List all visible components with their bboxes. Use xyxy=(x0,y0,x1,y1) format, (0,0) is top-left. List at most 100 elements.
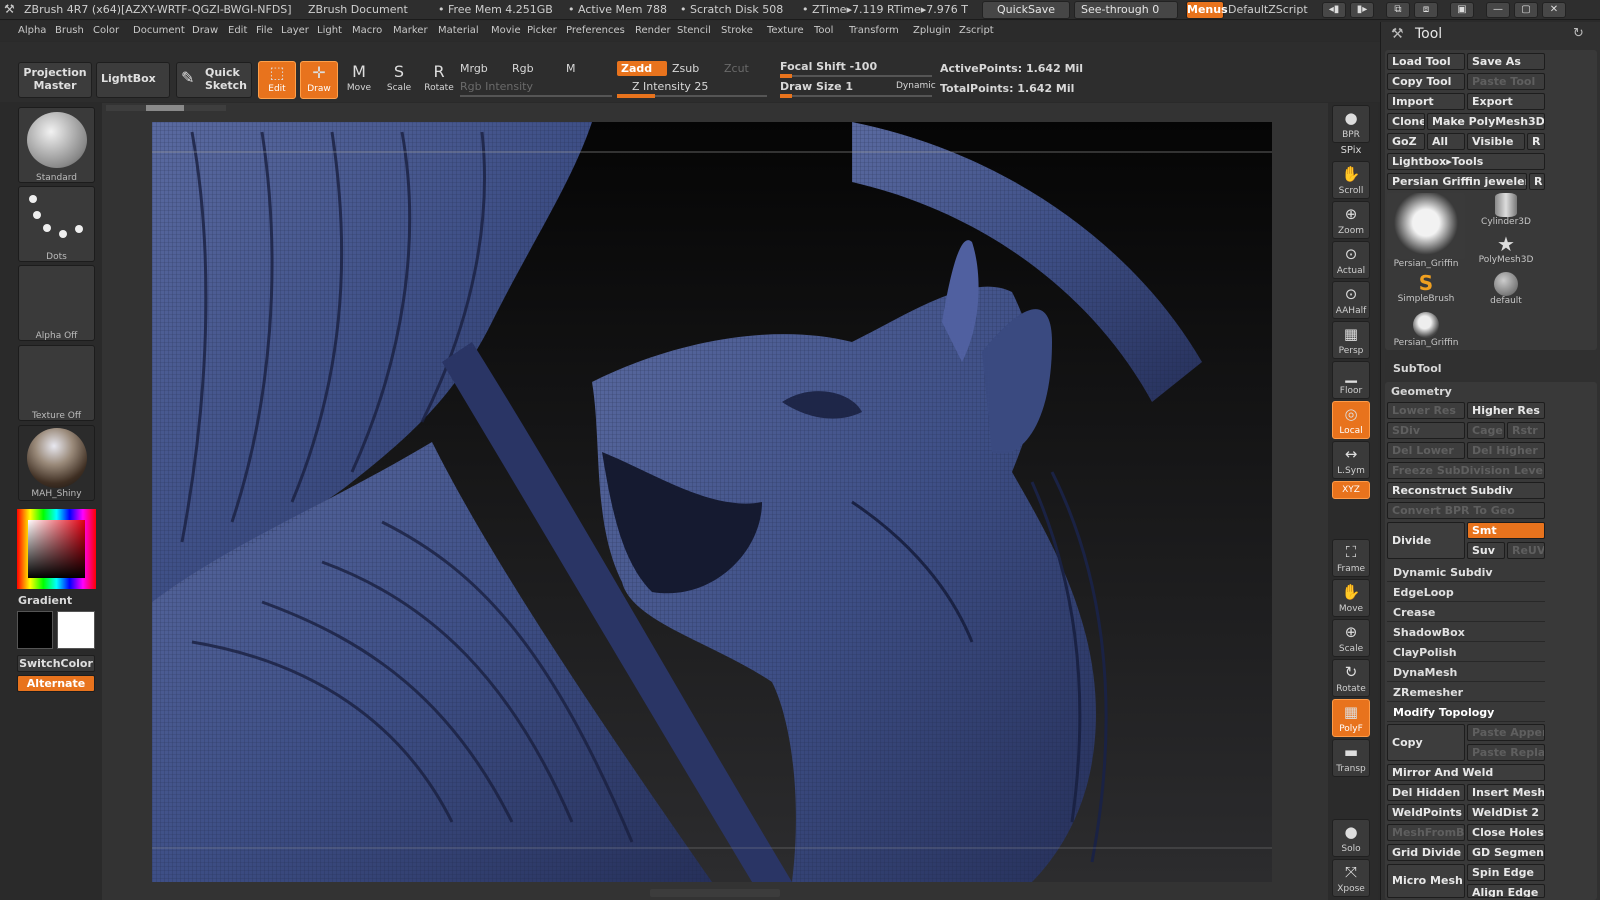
m-button[interactable]: M xyxy=(566,62,576,75)
menu-item-file[interactable]: File xyxy=(256,25,273,36)
zsub-button[interactable]: Zsub xyxy=(672,62,699,75)
load-tool-button[interactable]: Load Tool xyxy=(1387,53,1465,70)
lightbox-tools-button[interactable]: Lightbox▸Tools xyxy=(1387,153,1545,170)
align-edge-button[interactable]: Align Edge xyxy=(1467,884,1545,898)
switchcolor-button[interactable]: SwitchColor xyxy=(17,655,95,672)
zoom-button[interactable]: ⊕ Zoom xyxy=(1332,201,1370,239)
goz-r-button[interactable]: R xyxy=(1527,133,1545,150)
divide-button[interactable]: Divide xyxy=(1387,522,1465,559)
secondary-color-swatch[interactable] xyxy=(57,611,95,649)
stroke-selector[interactable] xyxy=(18,186,95,262)
color-picker[interactable] xyxy=(17,509,96,589)
scale-view-button[interactable]: ⊕ Scale xyxy=(1332,619,1370,657)
draw-size-slider[interactable]: Draw Size 1 xyxy=(780,80,853,93)
move-view-button[interactable]: ✋ Move xyxy=(1332,579,1370,617)
scale-button[interactable]: S Scale xyxy=(380,61,418,99)
export-button[interactable]: Export xyxy=(1467,93,1545,110)
menu-item-movie[interactable]: Movie xyxy=(491,25,521,36)
shadowbox-header[interactable]: ShadowBox xyxy=(1387,623,1545,642)
palette-reset-icon[interactable]: ↻ xyxy=(1573,26,1584,41)
menu-item-stencil[interactable]: Stencil xyxy=(677,25,711,36)
menu-item-transform[interactable]: Transform xyxy=(849,25,899,36)
texture-selector[interactable] xyxy=(18,345,95,421)
higher-res-button[interactable]: Higher Res xyxy=(1467,402,1545,419)
polyf-button[interactable]: ▦ PolyF xyxy=(1332,699,1370,737)
visible-button[interactable]: Visible xyxy=(1467,133,1525,150)
rstr-button[interactable]: Rstr xyxy=(1507,422,1545,439)
menu-item-draw[interactable]: Draw xyxy=(192,25,218,36)
del-higher-button[interactable]: Del Higher xyxy=(1467,442,1545,459)
menu-item-layer[interactable]: Layer xyxy=(281,25,309,36)
menu-item-marker[interactable]: Marker xyxy=(393,25,428,36)
copy-button[interactable]: Copy xyxy=(1387,724,1465,761)
zremesher-header[interactable]: ZRemesher xyxy=(1387,683,1545,702)
weldpoints-button[interactable]: WeldPoints xyxy=(1387,804,1465,821)
maximize-icon[interactable]: ▢ xyxy=(1514,2,1538,18)
suv-toggle[interactable]: Suv xyxy=(1467,542,1505,559)
rgb-button[interactable]: Rgb xyxy=(512,62,534,75)
tool-thumb-default[interactable]: default xyxy=(1467,272,1545,306)
sculpt-canvas[interactable] xyxy=(152,122,1272,882)
spin-edge-button[interactable]: Spin Edge xyxy=(1467,864,1545,881)
canvas-scrollbar[interactable] xyxy=(106,105,226,111)
bpr-button[interactable]: ● BPR xyxy=(1332,105,1370,143)
freeze-subdiv-button[interactable]: Freeze SubDivision Levels xyxy=(1387,462,1545,479)
menus-button[interactable]: Menus xyxy=(1186,1,1228,19)
projection-master-button[interactable]: Projection Master xyxy=(18,62,92,98)
save-as-button[interactable]: Save As xyxy=(1467,53,1545,70)
edit-button[interactable]: ⬚ Edit xyxy=(258,61,296,99)
gd-segments-slider[interactable]: GD Segments xyxy=(1467,844,1545,861)
mrgb-button[interactable]: Mrgb xyxy=(460,62,488,75)
paste-append-button[interactable]: Paste Appen xyxy=(1467,724,1545,741)
rotate-button[interactable]: R Rotate xyxy=(420,61,458,99)
zadd-button[interactable]: Zadd xyxy=(617,61,668,76)
aahalf-button[interactable]: ⊙ AAHalf xyxy=(1332,281,1370,319)
reuv-toggle[interactable]: ReUV xyxy=(1507,542,1545,559)
make-polymesh-button[interactable]: Make PolyMesh3D xyxy=(1427,113,1545,130)
close-icon[interactable]: ✕ xyxy=(1542,2,1566,18)
lower-res-button[interactable]: Lower Res xyxy=(1387,402,1465,419)
menu-item-light[interactable]: Light xyxy=(317,25,342,36)
tool-thumb-simplebrush[interactable]: S SimpleBrush xyxy=(1387,272,1465,304)
micro-mesh-button[interactable]: Micro Mesh xyxy=(1387,864,1465,898)
gradient-label[interactable]: Gradient xyxy=(18,594,72,607)
sdiv-slider[interactable]: SDiv xyxy=(1387,422,1465,439)
menu-item-color[interactable]: Color xyxy=(93,25,119,36)
subtool-header[interactable]: SubTool xyxy=(1393,362,1442,375)
dynamic-subdiv-header[interactable]: Dynamic Subdiv xyxy=(1387,563,1545,582)
menu-item-document[interactable]: Document xyxy=(133,25,185,36)
lock-icon[interactable]: ▣ xyxy=(1450,2,1474,18)
current-tool-r-button[interactable]: R xyxy=(1529,173,1545,190)
frame-button[interactable]: ⛶ Frame xyxy=(1332,539,1370,577)
smt-toggle[interactable]: Smt xyxy=(1467,522,1545,539)
xyz-button[interactable]: XYZ xyxy=(1332,481,1370,499)
xpose-button[interactable]: ⤧ Xpose xyxy=(1332,859,1370,897)
tool-thumb-polymesh[interactable]: ★ PolyMesh3D xyxy=(1467,233,1545,265)
lsym-button[interactable]: ↔ L.Sym xyxy=(1332,441,1370,479)
persp-button[interactable]: ▦ Persp xyxy=(1332,321,1370,359)
convert-bpr-button[interactable]: Convert BPR To Geo xyxy=(1387,502,1545,519)
spix-slider[interactable]: SPix xyxy=(1332,145,1370,156)
lightbox-button[interactable]: LightBox xyxy=(96,62,170,98)
tool-thumb-cylinder[interactable]: Cylinder3D xyxy=(1467,193,1545,227)
menu-item-preferences[interactable]: Preferences xyxy=(566,25,625,36)
modify-topology-header[interactable]: Modify Topology xyxy=(1387,703,1545,722)
clone-button[interactable]: Clone xyxy=(1387,113,1425,130)
grid-divide-button[interactable]: Grid Divide xyxy=(1387,844,1465,861)
menu-item-brush[interactable]: Brush xyxy=(55,25,84,36)
move-button[interactable]: M Move xyxy=(340,61,378,99)
solo-button[interactable]: ● Solo xyxy=(1332,819,1370,857)
rotate-view-button[interactable]: ↻ Rotate xyxy=(1332,659,1370,697)
menu-item-tool[interactable]: Tool xyxy=(814,25,833,36)
welddist-slider[interactable]: WeldDist 2 xyxy=(1467,804,1545,821)
tool-thumb-griffin[interactable]: Persian_Griffin xyxy=(1387,193,1465,269)
scroll-button[interactable]: ✋ Scroll xyxy=(1332,161,1370,199)
actual-button[interactable]: ⊙ Actual xyxy=(1332,241,1370,279)
menu-item-stroke[interactable]: Stroke xyxy=(721,25,753,36)
floor-button[interactable]: ▁ Floor xyxy=(1332,361,1370,399)
mirror-weld-button[interactable]: Mirror And Weld xyxy=(1387,764,1545,781)
menu-item-alpha[interactable]: Alpha xyxy=(18,25,46,36)
quick-sketch-button[interactable]: ✎ Quick Sketch xyxy=(176,62,252,98)
menu-item-picker[interactable]: Picker xyxy=(527,25,557,36)
paste-replace-button[interactable]: Paste Replac xyxy=(1467,744,1545,761)
